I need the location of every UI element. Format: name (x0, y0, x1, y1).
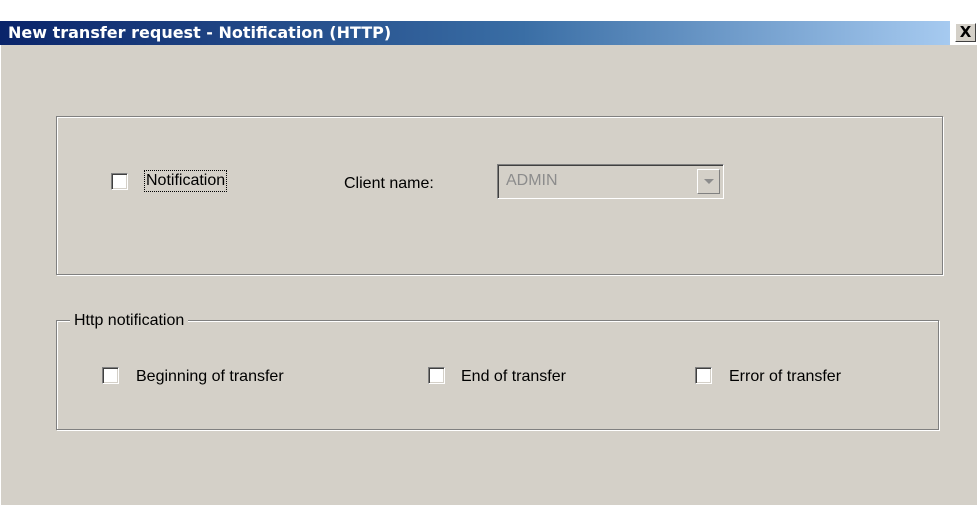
end-of-transfer-label[interactable]: End of transfer (461, 367, 566, 387)
beginning-of-transfer-checkbox[interactable] (102, 367, 119, 384)
dialog-client-area (0, 45, 977, 505)
notification-label[interactable]: Notification (143, 170, 228, 192)
client-name-value: ADMIN (506, 172, 558, 189)
client-name-dropdown-button[interactable] (697, 169, 720, 194)
client-name-label: Client name: (344, 175, 434, 192)
chevron-down-icon (704, 179, 714, 184)
http-notification-group-label: Http notification (70, 311, 189, 331)
client-name-select[interactable]: ADMIN (497, 164, 724, 199)
close-button[interactable]: X (955, 23, 976, 42)
beginning-of-transfer-label[interactable]: Beginning of transfer (136, 367, 284, 387)
title-bar: New transfer request - Notification (HTT… (0, 0, 977, 45)
error-of-transfer-label[interactable]: Error of transfer (729, 367, 841, 387)
window-title: New transfer request - Notification (HTT… (8, 23, 392, 42)
dialog-window: New transfer request - Notification (HTT… (0, 0, 977, 505)
error-of-transfer-checkbox[interactable] (695, 367, 712, 384)
close-icon: X (959, 23, 972, 41)
notification-checkbox[interactable] (111, 173, 128, 190)
end-of-transfer-checkbox[interactable] (428, 367, 445, 384)
